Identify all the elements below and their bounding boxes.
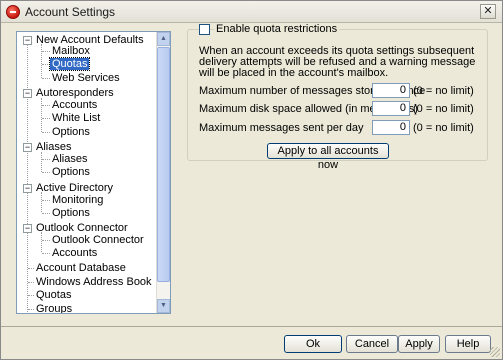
tree-node-label: Accounts bbox=[52, 99, 98, 111]
resize-grip-icon[interactable] bbox=[490, 347, 500, 357]
no-limit-hint: (0 = no limit) bbox=[413, 103, 474, 115]
tree-branch-line bbox=[41, 152, 42, 172]
ok-button[interactable]: Ok bbox=[284, 335, 342, 353]
tree-node-label: Account Database bbox=[36, 262, 126, 274]
tree-connector bbox=[42, 240, 50, 241]
title-bar[interactable]: Account Settings ✕ bbox=[1, 1, 502, 23]
tree-node-label: Mailbox bbox=[52, 45, 90, 57]
tree-node-label: Groups bbox=[36, 303, 73, 314]
tree-root-line bbox=[27, 44, 28, 312]
account-settings-window: Account Settings ✕ − New Account Default… bbox=[0, 0, 503, 360]
tree-node-label: Outlook Connector bbox=[36, 222, 128, 234]
tree-node-web-services[interactable]: Web Services bbox=[50, 72, 122, 85]
no-limit-hint: (0 = no limit) bbox=[413, 122, 474, 134]
tree-node-monitoring[interactable]: Monitoring bbox=[50, 194, 105, 207]
tree-node-options[interactable]: Options bbox=[50, 126, 92, 139]
tree-node-label: Active Directory bbox=[36, 182, 114, 194]
tree-connector bbox=[42, 64, 50, 65]
tree-node-label: Aliases bbox=[52, 153, 88, 165]
scroll-down-icon[interactable]: ▼ bbox=[157, 299, 170, 313]
enable-quota-checkbox[interactable] bbox=[199, 24, 210, 35]
tree-node-accounts[interactable]: Accounts bbox=[50, 247, 99, 260]
tree-node-options[interactable]: Options bbox=[50, 207, 92, 220]
tree-node-white-list[interactable]: White List bbox=[50, 112, 102, 125]
bottom-separator bbox=[1, 326, 502, 327]
max-sent-per-day-label: Maximum messages sent per day bbox=[199, 122, 364, 134]
tree-connector bbox=[42, 105, 50, 106]
tree-node-mailbox[interactable]: Mailbox bbox=[50, 45, 92, 58]
tree-node-label: Quotas bbox=[36, 289, 72, 301]
tree-node-label: Options bbox=[52, 126, 90, 138]
tree-branch-line bbox=[41, 98, 42, 132]
quota-settings-panel: Enable quota restrictions When an accoun… bbox=[187, 23, 488, 171]
settings-tree[interactable]: − New Account Defaults Mailbox Quotas We… bbox=[16, 31, 171, 314]
cancel-button[interactable]: Cancel bbox=[346, 335, 398, 353]
tree-node-label: Options bbox=[52, 166, 90, 178]
tree-node-account-database[interactable]: Account Database bbox=[34, 262, 128, 275]
tree-node-label: Aliases bbox=[36, 141, 72, 153]
tree-node-label: Quotas bbox=[48, 57, 91, 71]
tree-node-label: Options bbox=[52, 207, 90, 219]
app-logo-icon bbox=[6, 5, 20, 19]
tree-node-label: Monitoring bbox=[52, 194, 104, 206]
quota-description: When an account exceeds its quota settin… bbox=[199, 45, 476, 79]
tree-connector bbox=[42, 172, 50, 173]
tree-connector bbox=[42, 118, 50, 119]
tree-node-options[interactable]: Options bbox=[50, 166, 92, 179]
tree-branch-line bbox=[41, 232, 42, 252]
scroll-thumb[interactable] bbox=[157, 47, 170, 282]
collapse-toggle-icon[interactable]: − bbox=[23, 143, 32, 152]
tree-connector bbox=[42, 200, 50, 201]
tree-connector bbox=[42, 253, 50, 254]
tree-node-outlook-connector-child[interactable]: Outlook Connector bbox=[50, 234, 146, 247]
tree-node-accounts[interactable]: Accounts bbox=[50, 99, 99, 112]
collapse-toggle-icon[interactable]: − bbox=[23, 89, 32, 98]
tree-branch-line bbox=[41, 44, 42, 78]
collapse-toggle-icon[interactable]: − bbox=[23, 224, 32, 233]
collapse-toggle-icon[interactable]: − bbox=[23, 184, 32, 193]
tree-node-quotas-selected[interactable]: Quotas bbox=[48, 57, 91, 71]
tree-node-label: Outlook Connector bbox=[52, 234, 144, 246]
tree-node-label: Web Services bbox=[52, 72, 120, 84]
tree-node-groups[interactable]: Groups bbox=[34, 303, 74, 314]
tree-content: − New Account Defaults Mailbox Quotas We… bbox=[17, 32, 157, 313]
help-button[interactable]: Help bbox=[445, 335, 491, 353]
apply-to-all-accounts-button[interactable]: Apply to all accounts now bbox=[267, 143, 389, 171]
tree-node-label: Autoresponders bbox=[36, 87, 114, 99]
tree-connector bbox=[42, 51, 50, 52]
collapse-toggle-icon[interactable]: − bbox=[23, 36, 32, 45]
max-messages-input[interactable]: 0 bbox=[372, 83, 410, 98]
window-title: Account Settings bbox=[25, 5, 116, 19]
close-icon[interactable]: ✕ bbox=[480, 4, 496, 19]
tree-node-aliases-list[interactable]: Aliases bbox=[50, 153, 89, 166]
tree-node-label: Accounts bbox=[52, 247, 98, 259]
no-limit-hint: (0 = no limit) bbox=[413, 85, 474, 97]
tree-node-quotas[interactable]: Quotas bbox=[34, 289, 73, 302]
max-disk-space-input[interactable]: 0 bbox=[372, 101, 410, 116]
tree-node-label: Windows Address Book bbox=[36, 276, 152, 288]
scroll-up-icon[interactable]: ▲ bbox=[157, 32, 170, 46]
tree-connector bbox=[42, 132, 50, 133]
tree-scrollbar[interactable]: ▲ ▼ bbox=[156, 32, 170, 313]
apply-button[interactable]: Apply bbox=[398, 335, 440, 353]
tree-connector bbox=[42, 78, 50, 79]
tree-node-label: White List bbox=[52, 112, 101, 124]
tree-connector bbox=[42, 159, 50, 160]
enable-quota-label[interactable]: Enable quota restrictions bbox=[214, 23, 340, 35]
tree-branch-line bbox=[41, 192, 42, 212]
tree-connector bbox=[42, 213, 50, 214]
max-sent-per-day-input[interactable]: 0 bbox=[372, 120, 410, 135]
tree-node-windows-address-book[interactable]: Windows Address Book bbox=[34, 276, 154, 289]
